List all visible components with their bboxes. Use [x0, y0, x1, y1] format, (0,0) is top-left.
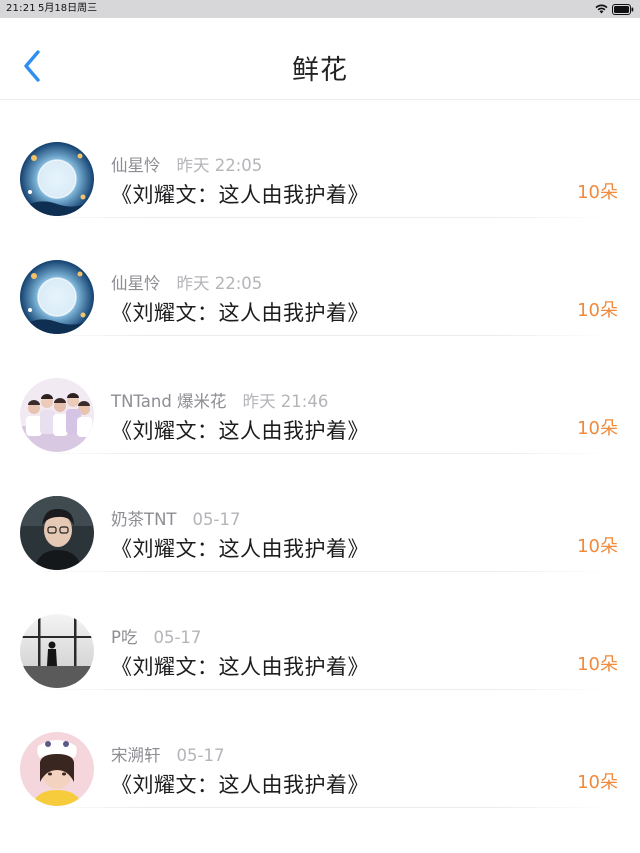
username[interactable]: 仙星怜	[111, 274, 161, 293]
flower-count: 10朵	[577, 536, 618, 557]
username[interactable]: TNTand 爆米花	[111, 392, 227, 411]
avatar[interactable]	[20, 142, 94, 216]
page-title: 鲜花	[292, 55, 348, 86]
flower-count: 10朵	[577, 772, 618, 793]
status-date: 5月18日周三	[38, 3, 98, 14]
item-meta: 宋溯轩 05-17	[111, 742, 225, 765]
book-title: 《刘耀文：这人由我护着》	[111, 301, 369, 325]
list-item[interactable]: 仙星怜 昨天 22:05 《刘耀文：这人由我护着》 10朵	[0, 218, 640, 336]
timestamp: 05-17	[153, 628, 202, 647]
timestamp: 05-17	[192, 510, 241, 529]
item-meta: 奶茶TNT 05-17	[111, 506, 241, 529]
list-item[interactable]: 奶茶TNT 05-17 《刘耀文：这人由我护着》 10朵	[0, 454, 640, 572]
book-title: 《刘耀文：这人由我护着》	[111, 537, 369, 561]
timestamp: 昨天 22:05	[176, 274, 263, 293]
timestamp: 05-17	[176, 746, 225, 765]
item-meta: P吃 05-17	[111, 624, 202, 647]
wifi-icon	[595, 4, 608, 14]
flower-count: 10朵	[577, 300, 618, 321]
status-icons	[595, 3, 634, 15]
item-meta: 仙星怜 昨天 22:05	[111, 270, 263, 293]
list-item[interactable]: TNTand 爆米花 昨天 21:46 《刘耀文：这人由我护着》 10朵	[0, 336, 640, 454]
item-meta: TNTand 爆米花 昨天 21:46	[111, 388, 329, 411]
flower-count: 10朵	[577, 182, 618, 203]
nav-header: 鲜花	[0, 18, 640, 100]
avatar[interactable]	[20, 260, 94, 334]
status-time: 21:21	[6, 3, 36, 14]
list-item[interactable]: 仙星怜 昨天 22:05 《刘耀文：这人由我护着》 10朵	[0, 100, 640, 218]
username[interactable]: 奶茶TNT	[111, 510, 177, 529]
flower-count: 10朵	[577, 418, 618, 439]
timestamp: 昨天 21:46	[242, 392, 329, 411]
status-bar: 21:21 5月18日周三	[0, 0, 640, 18]
book-title: 《刘耀文：这人由我护着》	[111, 655, 369, 679]
avatar[interactable]	[20, 496, 94, 570]
battery-icon	[612, 3, 634, 15]
username[interactable]: 仙星怜	[111, 156, 161, 175]
list-item[interactable]: P吃 05-17 《刘耀文：这人由我护着》 10朵	[0, 572, 640, 690]
list-item[interactable]: 宋溯轩 05-17 《刘耀文：这人由我护着》 10朵	[0, 690, 640, 808]
divider	[30, 807, 610, 808]
timestamp: 昨天 22:05	[176, 156, 263, 175]
avatar[interactable]	[20, 614, 94, 688]
item-meta: 仙星怜 昨天 22:05	[111, 152, 263, 175]
flower-count: 10朵	[577, 654, 618, 675]
flower-record-list: 仙星怜 昨天 22:05 《刘耀文：这人由我护着》 10朵 仙星怜 昨天 22:…	[0, 100, 640, 853]
username[interactable]: 宋溯轩	[111, 746, 161, 765]
avatar[interactable]	[20, 378, 94, 452]
book-title: 《刘耀文：这人由我护着》	[111, 419, 369, 443]
avatar[interactable]	[20, 732, 94, 806]
username[interactable]: P吃	[111, 628, 137, 647]
book-title: 《刘耀文：这人由我护着》	[111, 773, 369, 797]
book-title: 《刘耀文：这人由我护着》	[111, 183, 369, 207]
